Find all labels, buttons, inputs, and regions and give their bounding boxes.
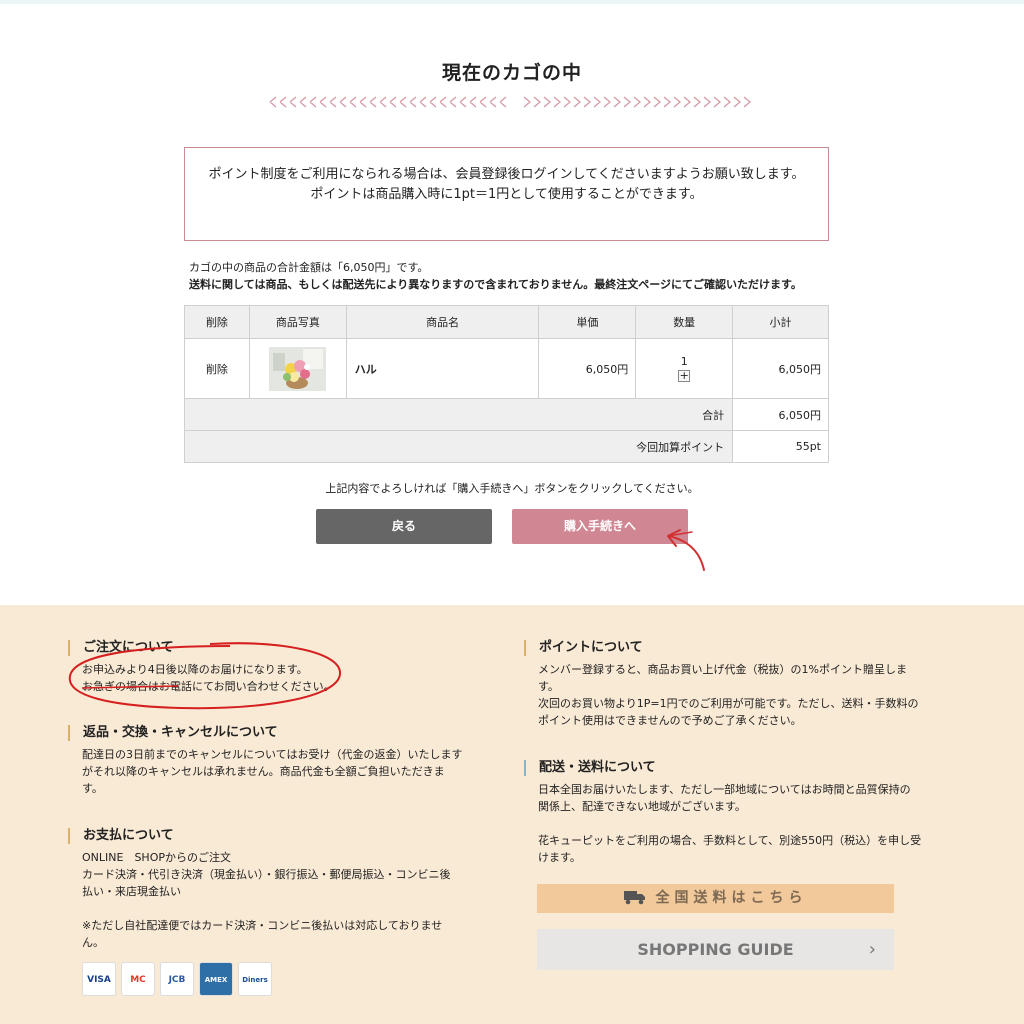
points-row: 今回加算ポイント 55pt (183, 430, 829, 463)
card-logos: VISA MC JCB AMEX Diners (82, 962, 277, 996)
confirm-text: 上記内容でよろしければ「購入手続きへ」ボタンをクリックしてください。 (325, 482, 699, 495)
header-name: 商品名 (345, 305, 540, 339)
shipping-fee-button[interactable]: 全国送料はこちら (537, 884, 894, 913)
back-button[interactable]: 戻る (316, 509, 492, 544)
delivery-line-2: 関係上、配達できない地域がございます。 (538, 800, 746, 813)
delete-link[interactable]: 削除 (184, 338, 250, 399)
table-row: 削除 ハル 6,050円 1 + 6,050円 (184, 338, 829, 399)
visa-card-icon: VISA (82, 962, 116, 996)
payment-heading: お支払について (68, 828, 488, 844)
total-label: 合計 (183, 398, 734, 431)
delivery-section: 配送・送料について 日本全国お届けいたします、ただし一部地域についてはお時間と品… (524, 760, 944, 866)
shopping-guide-button[interactable]: SHOPPING GUIDE › (537, 929, 894, 970)
cart-total-text: カゴの中の商品の合計金額は「6,050円」です。 (189, 261, 429, 274)
mastercard-icon: MC (121, 962, 155, 996)
payment-note-2: ん。 (82, 936, 104, 949)
points-line-2: す。 (538, 680, 559, 693)
truck-icon (623, 891, 645, 905)
header-subtotal: 小計 (732, 305, 829, 339)
total-value: 6,050円 (732, 398, 829, 431)
points-line-3: 次回のお買い物より1P=1円でのご利用が可能です。ただし、送料・手数料の (538, 697, 919, 710)
hand-drawn-circle-icon (68, 642, 342, 710)
unit-price: 6,050円 (538, 338, 637, 399)
product-photo-cell (248, 338, 347, 399)
notice-line-2: ポイントは商品購入時に1pt＝1円として使用することができます。 (310, 187, 703, 202)
jcb-card-icon: JCB (160, 962, 194, 996)
header-photo: 商品写真 (248, 305, 347, 339)
delivery-line-4: けます。 (538, 851, 581, 864)
payment-section: お支払について ONLINE SHOPからのご注文 カード決済・代引き決済（現金… (68, 828, 488, 951)
chevron-right-icon: › (868, 939, 876, 960)
total-row: 合計 6,050円 (183, 398, 829, 431)
returns-line-2: がそれ以降のキャンセルは承れません。商品代金も全額ご負担いただきま (82, 765, 445, 778)
points-section: ポイントについて メンバー登録すると、商品お買い上げ代金（税抜）の1%ポイント贈… (524, 640, 944, 729)
points-heading: ポイントについて (524, 640, 944, 656)
delivery-heading: 配送・送料について (524, 760, 944, 776)
shipping-note: 送料に関しては商品、もしくは配送先により異なりますので含まれておりません。最終注… (189, 278, 802, 291)
header-quantity: 数量 (635, 305, 734, 339)
payment-line-3: 払い・来店現金払い (82, 885, 181, 898)
shopping-guide-label: SHOPPING GUIDE (637, 940, 794, 959)
quantity-cell: 1 + (635, 338, 734, 399)
header-delete: 削除 (184, 305, 250, 339)
amex-card-icon: AMEX (199, 962, 233, 996)
payment-line-2: カード決済・代引き決済（現金払い）・銀行振込・郵便局振込・コンビニ後 (82, 868, 451, 881)
points-notice: ポイント制度をご利用になられる場合は、会員登録後ログインしてくださいますようお願… (184, 147, 829, 241)
points-line-4: ポイント使用はできませんので予めご了承ください。 (538, 714, 802, 727)
product-name[interactable]: ハル (345, 338, 540, 399)
header-price: 単価 (538, 305, 637, 339)
cart-summary: カゴの中の商品の合計金額は「6,050円」です。 送料に関しては商品、もしくは配… (189, 259, 802, 293)
delivery-line-1: 日本全国お届けいたします、ただし一部地域についてはお時間と品質保持の (538, 783, 911, 796)
shipping-fee-label: 全国送料はこちら (655, 890, 808, 906)
product-photo[interactable] (269, 346, 327, 391)
payment-line-1: ONLINE SHOPからのご注文 (82, 851, 231, 864)
delivery-line-3: 花キューピットをご利用の場合、手数料として、別途550円（税込）を申し受 (538, 834, 922, 847)
top-border (0, 0, 1024, 4)
diners-card-icon: Diners (238, 962, 272, 996)
returns-line-3: す。 (82, 782, 103, 795)
payment-note-1: ※ただし自社配達便ではカード決済・コンビニ後払いは対応しておりませ (82, 919, 443, 932)
returns-line-1: 配達日の3日前までのキャンセルについてはお受け（代金の返金）いたします (82, 748, 463, 761)
points-value: 55pt (732, 430, 829, 463)
notice-line-1: ポイント制度をご利用になられる場合は、会員登録後ログインしてくださいますようお願… (208, 167, 805, 182)
item-subtotal: 6,050円 (732, 338, 829, 399)
cart-table: 削除 商品写真 商品名 単価 数量 小計 削除 ハル 6,050円 1 + 6,… (183, 305, 829, 463)
flower-image-icon (269, 346, 327, 391)
title-ornament (269, 96, 752, 108)
quantity-plus-button[interactable]: + (678, 370, 691, 382)
points-label: 今回加算ポイント (183, 430, 734, 463)
table-header-row: 削除 商品写真 商品名 単価 数量 小計 (184, 305, 829, 339)
quantity-value: 1 (680, 355, 688, 368)
points-line-1: メンバー登録すると、商品お買い上げ代金（税抜）の1%ポイント贈呈しま (538, 663, 908, 676)
returns-heading: 返品・交換・キャンセルについて (68, 725, 488, 741)
hand-drawn-arrow-icon (667, 529, 705, 571)
returns-section: 返品・交換・キャンセルについて 配達日の3日前までのキャンセルについてはお受け（… (68, 725, 488, 797)
page-title: 現在のカゴの中 (441, 62, 582, 84)
